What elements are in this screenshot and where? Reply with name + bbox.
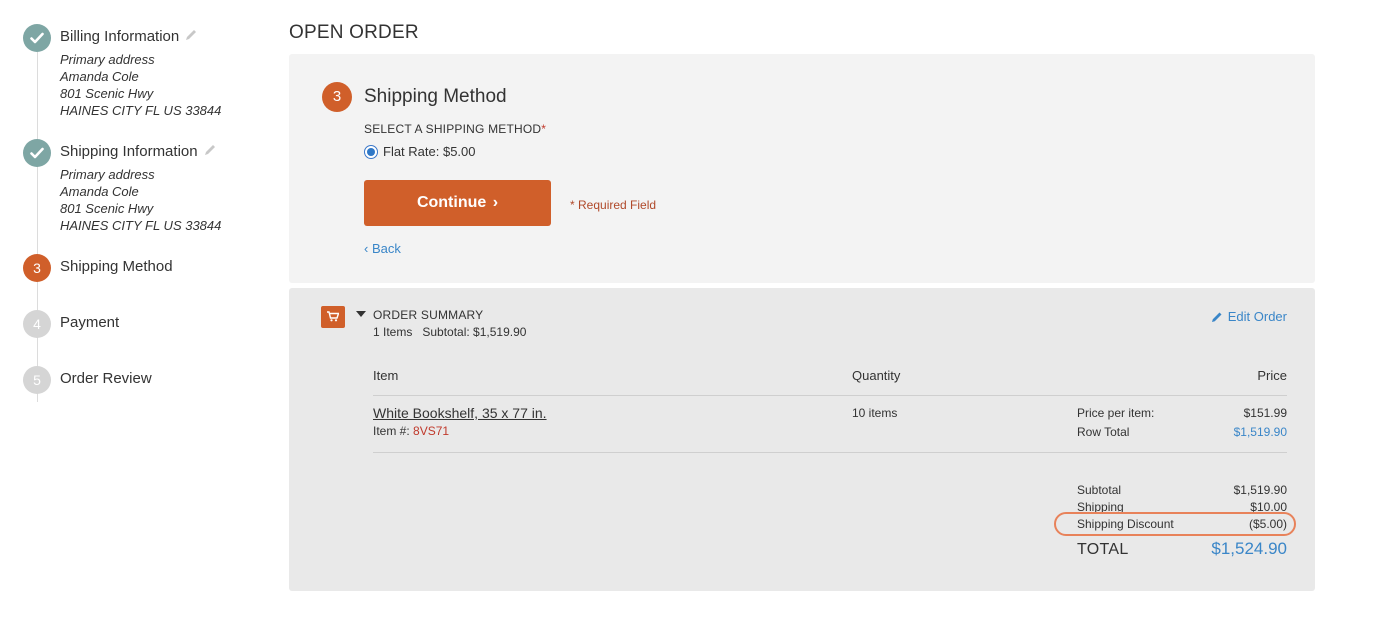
address-line: Primary address <box>60 167 155 182</box>
billing-address: Primary address Amanda Cole 801 Scenic H… <box>60 51 221 119</box>
pencil-icon <box>1211 312 1222 322</box>
item-name-link[interactable]: White Bookshelf, 35 x 77 in. <box>373 405 547 421</box>
continue-label: Continue <box>416 194 487 211</box>
total-value: $1,524.90 <box>1211 539 1287 558</box>
step-number-badge: 3 <box>322 82 352 112</box>
row-total-value: $1,519.90 <box>1233 425 1287 439</box>
order-summary-subtitle: 1 Items Subtotal: $1,519.90 <box>373 325 526 339</box>
steps-connector-line <box>37 52 38 402</box>
column-header-quantity: Quantity <box>852 368 901 383</box>
shipping-method-panel: 3 Shipping Method SELECT A SHIPPING METH… <box>289 54 1315 283</box>
sku-value: 8VS71 <box>413 424 450 438</box>
row-total-label: Row Total <box>1077 425 1130 439</box>
item-number: Item #: 8VS71 <box>373 424 449 438</box>
edit-order-link[interactable]: Edit Order <box>1211 309 1287 324</box>
divider <box>373 452 1287 453</box>
address-line: 801 Scenic Hwy <box>60 86 154 101</box>
subtotal-label: Subtotal <box>1077 483 1122 497</box>
price-per-item-label: Price per item: <box>1077 406 1155 420</box>
edit-order-label: Edit Order <box>1227 309 1287 324</box>
flat-rate-label: Flat Rate: $5.00 <box>383 144 476 159</box>
address-line: 801 Scenic Hwy <box>60 201 154 216</box>
shipping-address: Primary address Amanda Cole 801 Scenic H… <box>60 166 221 234</box>
subtotal-value: $1,519.90 <box>1233 483 1287 497</box>
step-number-badge: 5 <box>23 366 51 394</box>
check-icon <box>23 139 51 167</box>
address-line: Amanda Cole <box>60 184 139 199</box>
required-marker: * <box>541 122 547 136</box>
total-row: TOTAL $1,524.90 <box>1077 539 1287 559</box>
edit-pencil-icon[interactable] <box>203 143 217 161</box>
section-title: Shipping Method <box>364 86 507 107</box>
column-header-item: Item <box>373 368 399 383</box>
address-line: Primary address <box>60 52 155 67</box>
chevron-right-icon: › <box>492 194 499 211</box>
column-header-price: Price <box>1257 368 1287 383</box>
required-field-note: * Required Field <box>570 198 657 212</box>
summary-subtotal: Subtotal: $1,519.90 <box>422 325 527 339</box>
shipping-method-label: SELECT A SHIPPING METHOD* <box>364 122 546 136</box>
price-per-item-value: $151.99 <box>1243 406 1287 420</box>
subtotal-row: Subtotal $1,519.90 <box>1077 483 1287 497</box>
edit-pencil-icon[interactable] <box>184 28 198 46</box>
step-number-badge: 3 <box>23 254 51 282</box>
discount-highlight-annotation <box>1054 512 1296 536</box>
order-summary-panel: ORDER SUMMARY 1 Items Subtotal: $1,519.90… <box>289 288 1315 591</box>
row-total-row: Row Total $1,519.90 <box>1077 425 1287 439</box>
page-title: OPEN ORDER <box>289 22 419 43</box>
items-count: 1 Items <box>373 325 413 339</box>
total-label: TOTAL <box>1077 541 1129 558</box>
back-link[interactable]: ‹ Back <box>364 241 401 256</box>
step-number-badge: 4 <box>23 310 51 338</box>
check-icon <box>23 24 51 52</box>
address-line: Amanda Cole <box>60 69 139 84</box>
address-line: HAINES CITY FL US 33844 <box>60 218 222 233</box>
step-title: Payment <box>60 314 120 331</box>
divider <box>373 395 1287 396</box>
continue-button[interactable]: Continue › <box>364 180 551 226</box>
collapse-caret-icon[interactable] <box>356 311 366 317</box>
address-line: HAINES CITY FL US 33844 <box>60 103 222 118</box>
step-title: Shipping Method <box>60 258 173 275</box>
item-quantity: 10 items <box>852 406 898 420</box>
step-title: Billing Information <box>60 28 180 45</box>
order-summary-title[interactable]: ORDER SUMMARY <box>373 308 483 322</box>
step-title: Order Review <box>60 370 152 387</box>
price-per-item-row: Price per item: $151.99 <box>1077 406 1287 420</box>
sku-label: Item #: <box>373 424 410 438</box>
flat-rate-option[interactable]: Flat Rate: $5.00 <box>364 144 476 159</box>
flat-rate-radio[interactable] <box>364 144 378 159</box>
label-text: SELECT A SHIPPING METHOD <box>364 122 542 136</box>
cart-icon <box>321 306 345 328</box>
step-title: Shipping Information <box>60 143 198 160</box>
